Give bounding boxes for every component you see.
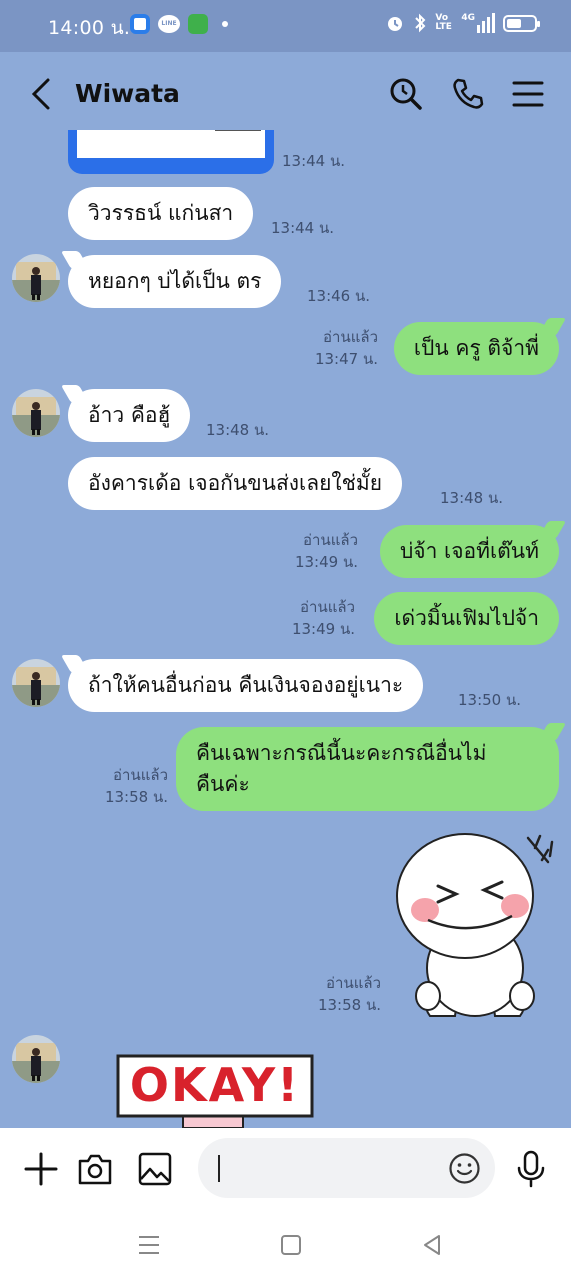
phone-icon[interactable] bbox=[450, 76, 486, 112]
chat-header: Wiwata bbox=[0, 52, 571, 138]
read-receipt: อ่านแล้ว bbox=[323, 328, 378, 346]
message-text: เป็น ครู ติจ้าพี่ bbox=[413, 336, 539, 360]
okay-sign-sticker[interactable]: OKAY! bbox=[115, 1050, 315, 1128]
back-icon[interactable] bbox=[419, 1232, 445, 1258]
message-text-line: คืนค่ะ bbox=[196, 772, 250, 796]
message-time: 13:58 น. bbox=[104, 788, 168, 806]
notification-icons: LINE bbox=[130, 14, 228, 34]
message-meta: อ่านแล้ว 13:49 น. bbox=[292, 596, 355, 640]
alarm-icon bbox=[388, 17, 403, 31]
image-preview bbox=[77, 130, 265, 158]
message-time: 13:58 น. bbox=[317, 996, 381, 1014]
green-chat-icon bbox=[188, 14, 208, 34]
text-caret bbox=[218, 1155, 220, 1182]
message-meta: อ่านแล้ว 13:58 น. bbox=[105, 764, 168, 808]
message-text: เด่วมิ้นเฟิมไปจ้า bbox=[394, 606, 539, 630]
image-message[interactable] bbox=[68, 130, 274, 174]
read-receipt: อ่านแล้ว bbox=[300, 598, 355, 616]
microphone-icon[interactable] bbox=[512, 1150, 550, 1188]
volte-icon: Vo LTE bbox=[435, 13, 452, 32]
sticker-text: OKAY! bbox=[129, 1058, 301, 1112]
bluetooth-icon bbox=[415, 13, 426, 33]
message-time: 13:48 น. bbox=[206, 421, 270, 439]
avatar[interactable] bbox=[12, 254, 60, 302]
status-bar: 14:00 น. LINE Vo LTE 4G bbox=[0, 0, 571, 52]
camera-icon[interactable] bbox=[76, 1150, 114, 1188]
avatar[interactable] bbox=[12, 1035, 60, 1083]
system-navigation-bar bbox=[0, 1208, 571, 1280]
plus-icon[interactable] bbox=[22, 1150, 60, 1188]
message-text: วิวรรธน์ แก่นสา bbox=[88, 201, 234, 225]
outgoing-message[interactable]: เป็น ครู ติจ้าพี่ bbox=[393, 322, 559, 375]
search-icon[interactable] bbox=[388, 76, 424, 112]
message-time: 13:50 น. bbox=[458, 691, 522, 709]
incoming-message[interactable]: วิวรรธน์ แก่นสา bbox=[68, 187, 254, 240]
back-arrow-icon[interactable] bbox=[26, 76, 58, 112]
chat-area[interactable]: 13:44 น. วิวรรธน์ แก่นสา 13:44 น. หยอกๆ … bbox=[0, 130, 571, 1128]
message-text: ถ้าให้คนอื่นก่อน คืนเงินจองอยู่เนาะ bbox=[88, 673, 404, 697]
message-time: 13:46 น. bbox=[307, 287, 371, 305]
message-input-bar bbox=[0, 1128, 571, 1208]
incoming-message[interactable]: ถ้าให้คนอื่นก่อน คืนเงินจองอยู่เนาะ bbox=[68, 659, 424, 712]
signal-4g-icon: 4G bbox=[461, 13, 495, 33]
message-text: บ่จ้า เจอที่เต๊นท์ bbox=[399, 539, 539, 563]
message-meta: อ่านแล้ว 13:47 น. bbox=[315, 326, 378, 370]
outgoing-message[interactable]: เด่วมิ้นเฟิมไปจ้า bbox=[374, 592, 559, 645]
message-time: 13:48 น. bbox=[440, 489, 504, 507]
read-receipt: อ่านแล้ว bbox=[303, 531, 358, 549]
message-meta: อ่านแล้ว 13:49 น. bbox=[295, 529, 358, 573]
system-icons: Vo LTE 4G bbox=[385, 13, 540, 33]
incoming-message[interactable]: อังคารเด้อ เจอกันขนส่งเลยใช่มั้ย bbox=[68, 457, 403, 510]
more-notifications-dot bbox=[222, 21, 228, 27]
line-icon: LINE bbox=[158, 15, 180, 33]
message-text: อังคารเด้อ เจอกันขนส่งเลยใช่มั้ย bbox=[88, 471, 383, 495]
message-time: 13:49 น. bbox=[291, 620, 355, 638]
message-text-line: คืนเฉพาะกรณีนี้นะคะกรณีอื่นไม่ bbox=[196, 741, 487, 765]
home-icon[interactable] bbox=[278, 1232, 304, 1258]
avatar[interactable] bbox=[12, 389, 60, 437]
contact-name[interactable]: Wiwata bbox=[75, 79, 180, 108]
battery-icon bbox=[503, 14, 540, 32]
menu-icon[interactable] bbox=[510, 76, 546, 112]
blue-app-icon bbox=[130, 14, 150, 34]
message-time: 13:44 น. bbox=[282, 152, 346, 170]
message-time: 13:49 น. bbox=[294, 553, 358, 571]
message-time: 13:47 น. bbox=[314, 350, 378, 368]
outgoing-message[interactable]: บ่จ้า เจอที่เต๊นท์ bbox=[379, 525, 559, 578]
network-label: 4G bbox=[461, 13, 475, 23]
message-input[interactable] bbox=[198, 1138, 495, 1198]
message-meta: อ่านแล้ว 13:58 น. bbox=[318, 972, 381, 1016]
status-time: 14:00 น. bbox=[48, 17, 131, 39]
incoming-message[interactable]: อ้าว คือฮู้ bbox=[68, 389, 191, 442]
outgoing-message[interactable]: คืนเฉพาะกรณีนี้นะคะกรณีอื่นไม่ คืนค่ะ bbox=[176, 727, 559, 811]
gallery-icon[interactable] bbox=[136, 1150, 174, 1188]
read-receipt: อ่านแล้ว bbox=[113, 766, 168, 784]
incoming-message[interactable]: หยอกๆ บ่ได้เป็น ตร bbox=[68, 255, 282, 308]
recent-apps-icon[interactable] bbox=[136, 1232, 162, 1258]
message-time: 13:44 น. bbox=[271, 219, 335, 237]
read-receipt: อ่านแล้ว bbox=[326, 974, 381, 992]
laughing-bear-sticker[interactable] bbox=[390, 828, 560, 1020]
emoji-icon[interactable] bbox=[448, 1152, 481, 1185]
message-text: หยอกๆ บ่ได้เป็น ตร bbox=[88, 269, 262, 293]
avatar[interactable] bbox=[12, 659, 60, 707]
message-text: อ้าว คือฮู้ bbox=[88, 403, 171, 427]
